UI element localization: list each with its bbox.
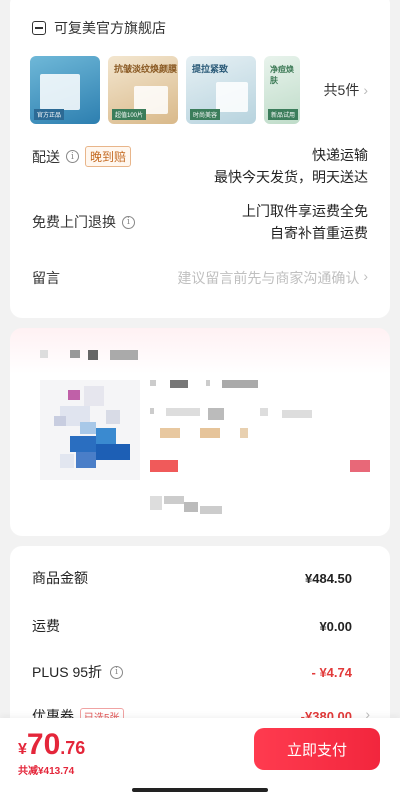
total-price: ¥ 70 .76 — [18, 728, 85, 762]
plus-discount-value: - ¥4.74 — [311, 664, 352, 680]
shipping-method: 快递运输 — [312, 147, 368, 163]
price-decimal: .76 — [60, 738, 86, 758]
thumbnail-tag: 官方正品 — [34, 109, 65, 120]
thumbnail-caption: 净痘焕肤 — [270, 65, 294, 85]
home-indicator[interactable] — [132, 788, 268, 792]
product-thumbnail[interactable]: 净痘焕肤 新品试用 — [264, 56, 300, 124]
thumbnail-caption: 提拉紧致 — [192, 64, 229, 74]
free-return-row[interactable]: 免费上门退换 i 上门取件享运费全免 自寄补首重运费 — [32, 200, 368, 244]
freight-label: 运费 — [32, 618, 60, 634]
message-label: 留言 — [32, 270, 60, 286]
product-box-image — [216, 82, 248, 112]
item-count-link[interactable]: 共5件 › — [324, 80, 368, 100]
late-compensation-badge: 晚到赔 — [85, 146, 132, 167]
thumbnail-tag: 时尚美容 — [190, 109, 221, 120]
info-icon[interactable]: i — [66, 150, 79, 163]
store-icon — [32, 21, 46, 35]
info-icon[interactable]: i — [122, 215, 135, 229]
freight-value: ¥0.00 — [319, 618, 352, 634]
goods-amount-label: 商品金额 — [32, 570, 88, 586]
store-card: 可复美官方旗舰店 官方正品 抗皱淡纹焕颜膜 超值100片 提拉紧致 时尚美容 净… — [10, 0, 390, 318]
thumbnail-tag: 新品试用 — [268, 109, 299, 120]
store-name: 可复美官方旗舰店 — [54, 20, 166, 36]
message-row[interactable]: 留言 建议留言前先与商家沟通确认 › — [32, 268, 368, 288]
product-thumbnail[interactable]: 提拉紧致 时尚美容 — [186, 56, 256, 124]
shipping-label: 配送 — [32, 148, 60, 165]
product-box-image — [40, 74, 80, 110]
amount-summary-card: 商品金额 ¥484.50 运费 ¥0.00 PLUS 95折 i - ¥4.74… — [10, 546, 390, 726]
product-thumbnails[interactable]: 官方正品 抗皱淡纹焕颜膜 超值100片 提拉紧致 时尚美容 净痘焕肤 新品试用 — [30, 56, 300, 124]
info-icon[interactable]: i — [110, 665, 124, 679]
goods-amount-row: 商品金额 ¥484.50 — [32, 568, 352, 588]
plus-discount-row: PLUS 95折 i - ¥4.74 — [32, 662, 352, 682]
product-thumbnail[interactable]: 官方正品 — [30, 56, 100, 124]
blurred-product-image — [40, 380, 140, 480]
plus-discount-label: PLUS 95折 — [32, 664, 103, 680]
thumbnail-caption: 抗皱淡纹焕颜膜 — [114, 64, 178, 74]
price-currency: ¥ — [18, 741, 27, 758]
free-return-label: 免费上门退换 — [32, 214, 116, 230]
chevron-right-icon: › — [363, 82, 368, 98]
message-input[interactable]: 建议留言前先与商家沟通确认 › — [177, 268, 368, 288]
message-placeholder: 建议留言前先与商家沟通确认 — [177, 270, 360, 286]
thumbnail-tag: 超值100片 — [112, 109, 147, 120]
item-count: 共5件 — [323, 82, 360, 98]
shipping-row[interactable]: 配送 i 晚到赔 快递运输 最快今天发货，明天送达 — [32, 144, 368, 188]
product-thumbnail[interactable]: 抗皱淡纹焕颜膜 超值100片 — [108, 56, 178, 124]
chevron-right-icon: › — [363, 268, 368, 284]
return-self-send-text: 自寄补首重运费 — [270, 225, 368, 241]
pay-now-button[interactable]: 立即支付 — [254, 728, 380, 770]
shipping-eta: 最快今天发货，明天送达 — [214, 169, 368, 185]
goods-amount-value: ¥484.50 — [305, 570, 352, 586]
price-integer: 70 — [26, 728, 61, 761]
total-saved: 共减¥413.74 — [18, 766, 75, 777]
freight-row: 运费 ¥0.00 — [32, 616, 352, 636]
store-header[interactable]: 可复美官方旗舰店 — [32, 18, 166, 38]
product-card-blurred[interactable] — [10, 328, 390, 536]
return-pickup-text: 上门取件享运费全免 — [242, 203, 368, 219]
